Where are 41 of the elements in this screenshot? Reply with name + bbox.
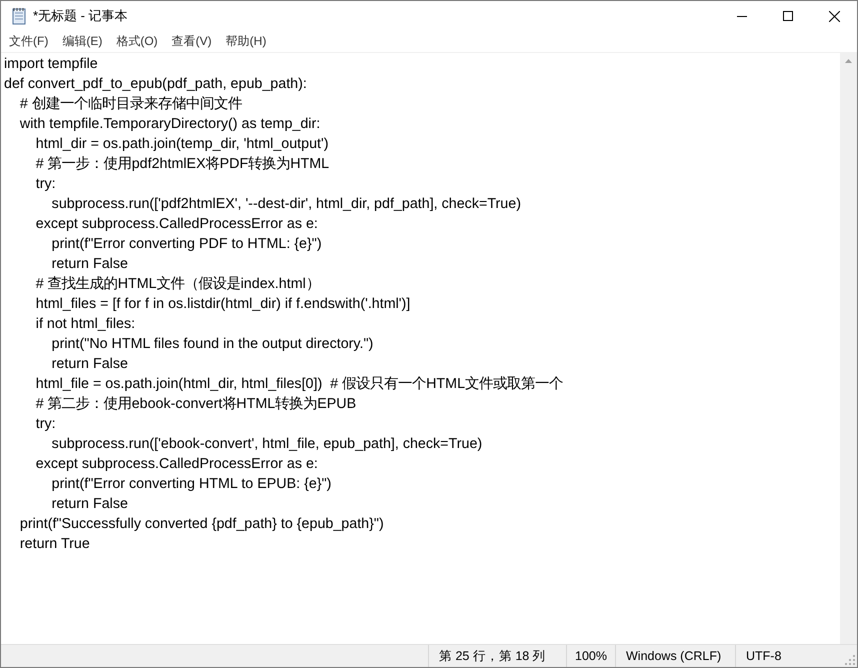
code-line: html_file = os.path.join(html_dir, html_files[0]) # 假设只有一个HTML文件或取第一个 [34, 375, 564, 394]
code-line: return False [50, 495, 129, 514]
zoom-level: 100% [575, 649, 607, 663]
code-line: with tempfile.TemporaryDirectory() as temp_dir: [18, 115, 322, 134]
code-line: # 创建一个临时目录来存储中间文件 [18, 95, 243, 114]
code-line: print(f"Error converting PDF to HTML: {e}") [50, 235, 323, 254]
menu-item[interactable]: 帮助(H) [218, 33, 274, 50]
code-line: print(f"Successfully converted {pdf_path} to {epub_path}") [18, 515, 385, 534]
menu-item[interactable]: 查看(V) [164, 33, 219, 50]
code-line: try: [34, 175, 57, 194]
menu-item[interactable]: 文件(F) [2, 33, 56, 50]
notepad-icon [11, 7, 27, 25]
window-title: *无标题 - 记事本 [33, 7, 128, 25]
resize-grip-icon[interactable] [845, 655, 855, 665]
line-ending: Windows (CRLF) [626, 649, 722, 663]
maximize-icon [783, 11, 793, 21]
code-line: # 第二步：使用ebook-convert将HTML转换为EPUB [34, 395, 358, 414]
close-icon [828, 10, 840, 22]
menu-item[interactable]: 编辑(E) [55, 33, 110, 50]
code-line: import tempfile [4, 55, 99, 74]
code-line: html_dir = os.path.join(temp_dir, 'html_output') [34, 135, 330, 154]
scroll-up-icon[interactable] [845, 59, 852, 63]
code-line: print(f"Error converting HTML to EPUB: {e}") [50, 475, 332, 494]
code-line: return False [50, 255, 129, 274]
code-line: subprocess.run(['ebook-convert', html_file, epub_path], check=True) [50, 435, 484, 454]
code-line: except subprocess.CalledProcessError as e: [34, 455, 319, 474]
cursor-position: 第 25 行，第 18 列 [439, 648, 546, 664]
code-line: def convert_pdf_to_epub(pdf_path, epub_path): [4, 75, 308, 94]
code-line: subprocess.run(['pdf2htmlEX', '--dest-dir', html_dir, pdf_path], check=True) [50, 195, 522, 214]
code-line: # 查找生成的HTML文件（假设是index.html） [34, 275, 321, 294]
code-line: print("No HTML files found in the output directory.") [50, 335, 374, 354]
code-line: return False [50, 355, 129, 374]
code-line: except subprocess.CalledProcessError as e: [34, 215, 319, 234]
encoding: UTF-8 [746, 649, 782, 663]
code-line: try: [34, 415, 57, 434]
code-line: # 第一步：使用pdf2htmlEX将PDF转换为HTML [34, 155, 330, 174]
vertical-scrollbar[interactable] [840, 53, 857, 644]
code-line: return True [18, 535, 91, 554]
code-line: html_files = [f for f in os.listdir(html_dir) if f.endswith('.html')] [34, 295, 412, 314]
code-line: if not html_files: [34, 315, 136, 334]
menu-item[interactable]: 格式(O) [109, 33, 165, 50]
